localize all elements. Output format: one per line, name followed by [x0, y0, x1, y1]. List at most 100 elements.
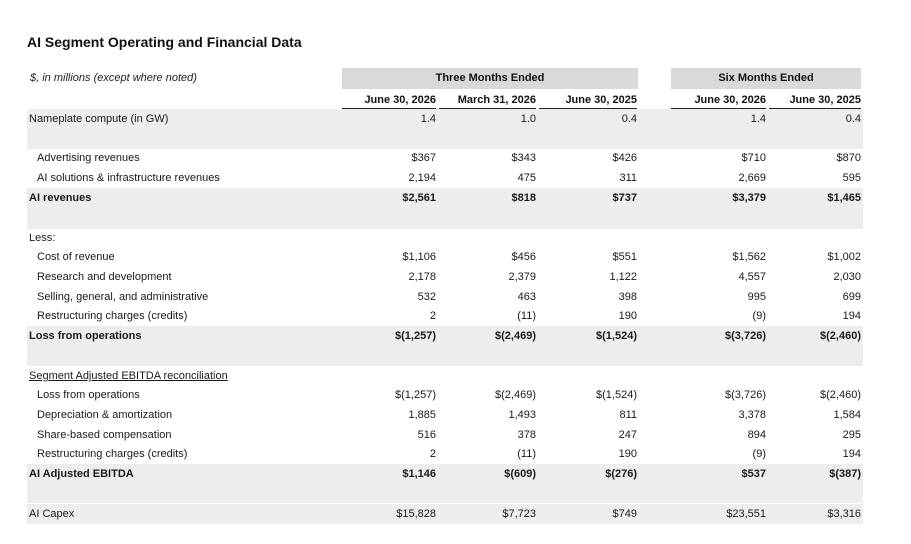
units-note: $, in millions (except where noted)	[30, 72, 197, 84]
row-value: $1,146	[402, 468, 436, 480]
table-row: AI revenues $2,561 $818 $737 $3,379 $1,465	[27, 188, 863, 208]
row-value: 247	[618, 429, 637, 441]
row-label: Loss from operations	[37, 389, 140, 401]
row-value: $2,561	[402, 192, 436, 204]
row-band	[27, 345, 863, 366]
row-value: $(1,257)	[395, 389, 436, 401]
column-header: March 31, 2026	[439, 92, 536, 109]
row-label: AI Adjusted EBITDA	[29, 468, 134, 480]
row-value: 1,584	[833, 409, 861, 421]
row-value: $(3,726)	[725, 330, 766, 342]
row-value: $(2,469)	[495, 330, 536, 342]
row-value: 463	[517, 291, 536, 303]
row-value: (9)	[671, 306, 766, 327]
row-value: 475	[439, 168, 536, 189]
group-header-six-months: Six Months Ended	[671, 68, 861, 89]
row-value: $7,723	[502, 508, 536, 520]
row-value: $(276)	[605, 468, 637, 480]
row-value: 811	[619, 409, 637, 421]
table-row: Less:	[27, 228, 863, 248]
row-value: $749	[612, 508, 637, 520]
row-value: $537	[741, 468, 766, 480]
row-label: Nameplate compute (in GW)	[29, 113, 169, 125]
row-value: $(2,460)	[820, 389, 861, 401]
row-value: 295	[842, 429, 861, 441]
table-row: Advertising revenues $367 $343 $426 $710 $870	[27, 148, 863, 168]
row-label: AI Capex	[29, 508, 75, 520]
row-value: $(2,460)	[820, 330, 861, 342]
row-value: $343	[511, 152, 536, 164]
row-value: 378	[517, 429, 536, 441]
row-value: 894	[747, 429, 766, 441]
row-value: $737	[612, 192, 637, 204]
table-row: AI solutions & infrastructure revenues 2,…	[27, 168, 863, 189]
table-row: Selling, general, and administrative 532 4…	[27, 287, 863, 307]
row-value: 1.4	[750, 113, 766, 125]
row-value: 532	[417, 291, 436, 303]
row-value: (11)	[439, 306, 536, 327]
row-value: (11)	[439, 444, 536, 465]
row-value: 4,557	[738, 271, 766, 283]
row-value: 0.4	[845, 113, 861, 125]
row-value: $(1,524)	[596, 389, 637, 401]
row-label: AI revenues	[29, 192, 92, 204]
row-value: 2,379	[508, 271, 536, 283]
row-value: (9)	[671, 444, 766, 465]
row-label: Less:	[29, 232, 56, 244]
table-row: Nameplate compute (in GW) 1.4 1.0 0.4 1.4 0.4	[27, 109, 863, 129]
table-row: Loss from operations $(1,257) $(2,469) $(1,…	[27, 326, 863, 346]
row-label: Cost of revenue	[37, 251, 115, 263]
column-header: June 30, 2025	[769, 92, 861, 109]
row-label: Restructuring charges (credits)	[37, 310, 188, 322]
row-label: Loss from operations	[29, 330, 142, 342]
row-value: 3,378	[738, 409, 766, 421]
table-row: Loss from operations $(1,257) $(2,469) $(1,…	[27, 385, 863, 405]
table-row: Restructuring charges (credits) 2 (11) 190 (…	[27, 444, 863, 465]
row-value: 2,178	[408, 271, 436, 283]
table-row: Research and development 2,178 2,379 1,122 4…	[27, 267, 863, 287]
table-row: Restructuring charges (credits) 2 (11) 190 (…	[27, 306, 863, 327]
row-value: 194	[769, 444, 861, 465]
row-label: Selling, general, and administrative	[37, 291, 209, 303]
row-value: 1,493	[508, 409, 536, 421]
row-value: 194	[769, 306, 861, 327]
table-row: Segment Adjusted EBITDA reconciliation	[27, 366, 863, 386]
group-header-three-months: Three Months Ended	[342, 68, 638, 89]
row-label: Advertising revenues	[37, 152, 140, 164]
row-value: 699	[842, 291, 861, 303]
row-value: 2,194	[342, 168, 436, 189]
row-band	[27, 483, 863, 503]
row-label: Restructuring charges (credits)	[37, 448, 188, 460]
row-value: $367	[411, 152, 436, 164]
row-value: 1.4	[420, 113, 436, 125]
row-value: $710	[741, 152, 766, 164]
row-value: 398	[618, 291, 637, 303]
row-value: $15,828	[396, 508, 436, 520]
row-value: $(2,469)	[495, 389, 536, 401]
row-value: $870	[836, 152, 861, 164]
row-value: $456	[511, 251, 536, 263]
row-value: 2,669	[671, 168, 766, 189]
table-row: Depreciation & amortization 1,885 1,493 811…	[27, 405, 863, 425]
row-value: 595	[769, 168, 861, 189]
column-header: June 30, 2026	[671, 92, 766, 109]
row-value: 190	[539, 444, 637, 465]
row-value: 190	[539, 306, 637, 327]
row-value: 1,122	[609, 271, 637, 283]
row-band	[27, 129, 863, 149]
column-header: June 30, 2026	[342, 92, 436, 109]
row-value: 1.0	[520, 113, 536, 125]
row-value: 311	[539, 168, 637, 189]
row-label: Share-based compensation	[37, 429, 172, 441]
row-label: Segment Adjusted EBITDA reconciliation	[29, 370, 228, 382]
table-row: Share-based compensation 516 378 247 894 295	[27, 425, 863, 445]
row-value: 2,030	[833, 271, 861, 283]
row-value: $1,562	[732, 251, 766, 263]
row-value: $(1,257)	[395, 330, 436, 342]
row-value: 2	[342, 306, 436, 327]
row-label: Depreciation & amortization	[37, 409, 173, 421]
row-value: $1,465	[827, 192, 861, 204]
row-value: $(3,726)	[725, 389, 766, 401]
row-value: $818	[511, 192, 536, 204]
row-value: $426	[612, 152, 637, 164]
